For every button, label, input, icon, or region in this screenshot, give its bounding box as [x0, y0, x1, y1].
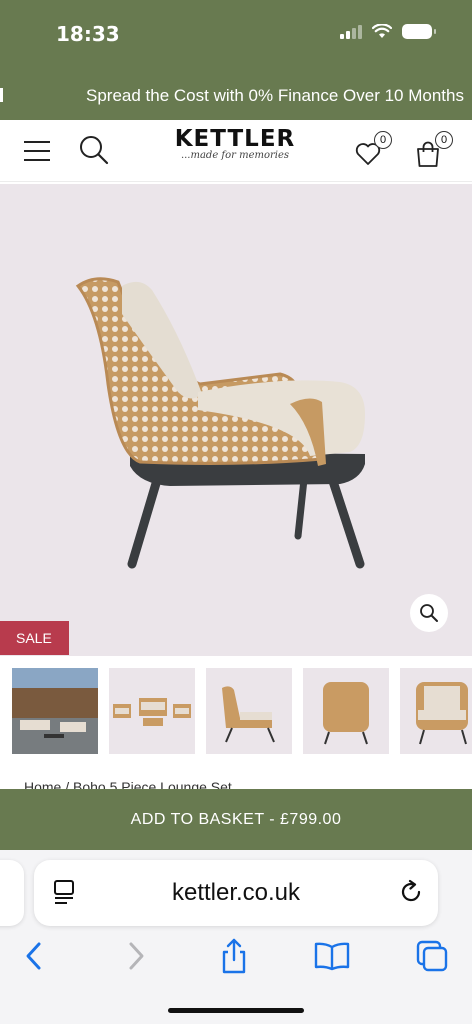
promo-carousel-edge [0, 88, 3, 102]
previous-tab-preview[interactable] [0, 860, 24, 926]
share-button[interactable] [214, 936, 254, 976]
wishlist-button[interactable]: 0 [352, 131, 392, 170]
basket-button[interactable]: 0 [413, 131, 453, 170]
url-text: kettler.co.uk [171, 879, 301, 906]
thumbnail-chair-front[interactable] [400, 668, 472, 754]
tabs-icon [416, 940, 448, 972]
battery-icon [402, 24, 436, 39]
bookmarks-icon [314, 942, 350, 971]
magnifier-icon [420, 604, 438, 622]
top-banner: 18:33 Spread the Cost with 0% Finance Ov… [0, 0, 472, 120]
forward-button[interactable] [116, 936, 156, 976]
share-icon [222, 938, 246, 974]
address-bar[interactable]: kettler.co.uk [34, 860, 438, 926]
add-to-basket-button[interactable]: ADD TO BASKET - £799.00 [0, 789, 472, 850]
thumbnail-garden-set-scene[interactable] [12, 668, 98, 754]
product-gallery-main[interactable] [0, 184, 472, 656]
brand-tagline: ...made for memories [180, 150, 290, 161]
back-button[interactable] [14, 936, 54, 976]
site-header: KETTLER ...made for memories 0 0 [0, 120, 472, 182]
thumbnail-chair-side[interactable] [206, 668, 292, 754]
status-time: 18:33 [56, 22, 120, 46]
menu-icon[interactable] [24, 141, 50, 161]
cellular-signal-icon [340, 24, 362, 39]
tabs-button[interactable] [412, 936, 452, 976]
thumbnail-lounge-set-front[interactable] [109, 668, 195, 754]
search-icon[interactable] [78, 134, 110, 166]
thumbnail-chair-back[interactable] [303, 668, 389, 754]
browser-nav [0, 936, 472, 978]
home-indicator [168, 1008, 304, 1013]
forward-icon [129, 942, 144, 970]
browser-toolbar: kettler.co.uk [0, 850, 472, 1024]
brand-logo[interactable]: KETTLER ...made for memories [167, 126, 303, 161]
basket-count: 0 [435, 131, 453, 149]
product-image-chair [75, 277, 365, 569]
sticky-cta-bar: ADD TO BASKET - £799.00 [0, 789, 472, 850]
product-thumbnails [0, 665, 472, 757]
back-icon [26, 942, 41, 970]
reload-icon[interactable] [398, 879, 424, 905]
zoom-button[interactable] [410, 594, 448, 632]
status-icons [340, 24, 436, 39]
sale-badge: SALE [0, 621, 69, 655]
brand-name: KETTLER [174, 126, 296, 152]
wifi-icon [372, 24, 392, 38]
promo-message[interactable]: Spread the Cost with 0% Finance Over 10 … [86, 86, 464, 106]
bookmarks-button[interactable] [312, 936, 352, 976]
wishlist-count: 0 [374, 131, 392, 149]
